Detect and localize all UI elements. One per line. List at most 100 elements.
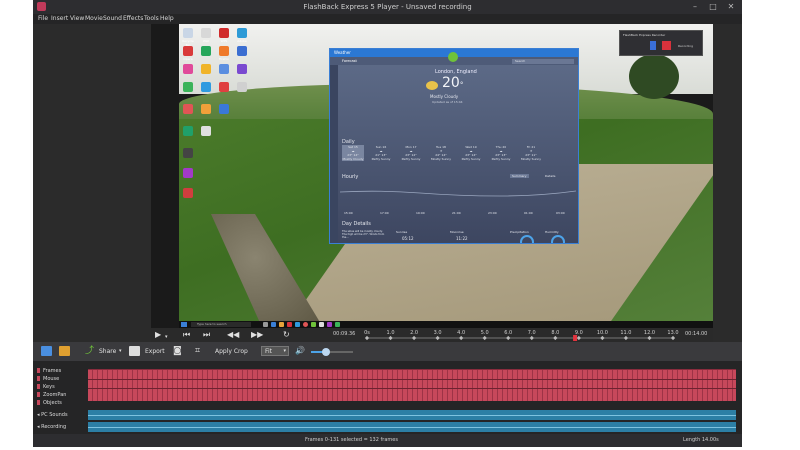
stop-icon[interactable] [662,41,671,50]
previous-frame-icon[interactable]: ⏮ [183,330,190,340]
menu-help[interactable]: Help [160,15,174,22]
volume-slider-thumb[interactable] [321,348,330,356]
ruler-tick-marker [411,335,417,341]
desktop-icon-app[interactable] [219,64,229,74]
track-label-recording[interactable]: ◂ Recording [37,424,66,430]
menu-movie[interactable]: Movie [85,15,103,22]
track-label-pc-sounds[interactable]: ◂ PC Sounds [37,412,68,418]
track-marker [37,384,40,389]
hourly-summary-button[interactable]: Summary [510,174,529,178]
weather-search-input[interactable]: Search [512,59,574,64]
menu-sound[interactable]: Sound [103,15,122,22]
menu-effects[interactable]: Effects [123,15,143,22]
recorder-mini-window[interactable]: FlashBack Express Recorder Recording [619,30,703,56]
desktop-icon-whatsapp[interactable] [201,46,211,56]
pc-sounds-track[interactable] [88,410,736,420]
desktop-icon-app[interactable] [183,148,193,158]
desktop-icon-app[interactable] [183,104,193,114]
pc-sounds-label-text: PC Sounds [41,412,68,418]
taskbar-app-icon[interactable] [287,322,292,327]
hourly-details-button[interactable]: Details [543,174,557,178]
desktop-icon-app[interactable] [201,126,211,136]
taskbar-app-icon[interactable] [263,322,268,327]
home-icon[interactable] [41,346,52,356]
desktop-icon-app[interactable] [237,64,247,74]
day-card[interactable]: Mon 17 ☁ 23° 12° Partly Sunny [400,145,422,161]
share-dropdown-icon[interactable]: ▾ [119,347,122,356]
video-preview[interactable]: Recycle Bin Wall WPS Adobe Opera Firefox [151,24,713,328]
desktop-icon-app[interactable] [183,168,193,178]
zoom-select[interactable]: Fit ▾ [261,346,289,356]
play-icon[interactable]: ▶ [155,330,161,340]
taskbar-app-icon[interactable] [295,322,300,327]
crop-icon[interactable]: ⌗ [195,346,206,356]
desktop-icon-app[interactable] [183,126,193,136]
minimize-button[interactable]: – [688,1,702,13]
day-card[interactable]: Tue 18 ☀ 24° 14° Mostly Sunny [430,145,452,161]
desktop-icon-app[interactable] [183,188,193,198]
desktop-icon-recycle-bin[interactable] [183,28,193,38]
desktop-icon-app[interactable] [201,64,211,74]
timeline-ruler[interactable]: 0s 1.0 2.0 3.0 4.0 5.0 6.0 7.0 8.0 9.0 10.0 11.0 12.… [361,328,681,342]
close-button[interactable]: ✕ [724,1,738,13]
desktop-icon-opera[interactable] [183,46,193,56]
menu-view[interactable]: View [70,15,84,22]
loop-icon[interactable]: ↻ [283,330,290,340]
desktop-icon-wall[interactable] [201,28,211,38]
taskbar-app-icon[interactable] [311,322,316,327]
ruler-tick-marker [435,335,440,341]
desktop-icon-app[interactable] [219,104,229,114]
desktop-icon-wps[interactable] [219,28,229,38]
track-marker [37,376,40,381]
zoom-dropdown-icon: ▾ [283,348,286,354]
weather-sidebar [330,65,338,243]
playhead-marker[interactable] [573,335,578,341]
fast-forward-icon[interactable]: ▶▶ [251,330,263,340]
desktop-icon-app[interactable] [183,64,193,74]
desktop-icon-firefox[interactable] [219,46,229,56]
taskbar-app-icon[interactable] [271,322,276,327]
taskbar-search-input[interactable]: Type here to search [191,322,251,327]
taskbar-app-icon[interactable] [279,322,284,327]
title-bar: FlashBack Express 5 Player - Unsaved rec… [33,0,742,14]
taskbar-app-icon[interactable] [319,322,324,327]
camera-icon[interactable]: ◙ [173,346,184,356]
ruler-tick-marker [623,335,629,341]
weather-app-window[interactable]: Weather Forecast Search London, England … [329,48,579,244]
desktop-icon-app[interactable] [237,82,247,92]
maximize-button[interactable]: □ [706,1,720,13]
volume-slider-track[interactable] [311,348,353,356]
share-button[interactable]: Share [99,347,116,356]
desktop-icon-app[interactable] [201,82,211,92]
desktop-icon-app[interactable] [219,82,229,92]
desktop-icon-app[interactable] [183,82,193,92]
day-card[interactable]: Fri 21 ☀ 23° 11° Mostly Sunny [520,145,542,161]
taskbar-app-icon[interactable] [327,322,332,327]
export-button[interactable]: Export [145,347,165,356]
menu-tools[interactable]: Tools [144,15,159,22]
recording-sound-track[interactable] [88,422,736,432]
export-icon[interactable] [129,346,140,356]
day-card[interactable]: Wed 19 ☁ 23° 14° Partly Sunny [460,145,482,161]
moonrise-label: Moonrise [450,230,464,234]
pause-icon[interactable] [650,41,656,50]
desktop-icon-app[interactable] [237,46,247,56]
share-icon[interactable]: ⤴ [85,346,96,356]
desktop-icon-app[interactable] [201,104,211,114]
menu-file[interactable]: File [38,15,48,22]
desktop-icon-adobe[interactable] [237,28,247,38]
apply-crop-button[interactable]: Apply Crop [215,347,248,356]
taskbar-app-icon[interactable] [335,322,340,327]
next-frame-icon[interactable]: ⏭ [203,330,210,340]
day-card[interactable]: Sat 15 ☁ 23° 14° Mostly Cloudy [342,145,364,161]
day-card[interactable]: Sun 16 ☁ 21° 13° Partly Sunny [370,145,392,161]
play-options-dropdown-icon[interactable]: ▾ [165,332,168,342]
volume-icon[interactable]: 🔊 [295,346,306,356]
taskbar-app-icon[interactable] [303,322,308,327]
windows-start-icon[interactable] [181,322,187,327]
day-card[interactable]: Thu 20 ☁ 23° 13° Partly Sunny [490,145,512,161]
frames-track[interactable] [88,369,736,401]
rewind-icon[interactable]: ◀◀ [227,330,239,340]
menu-insert[interactable]: Insert [51,15,68,22]
open-folder-icon[interactable] [59,346,70,356]
